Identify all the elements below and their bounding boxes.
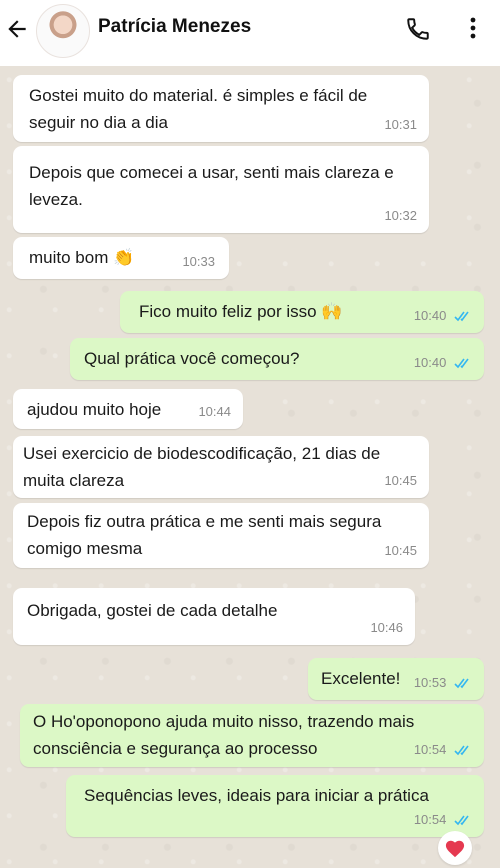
message-text: Qual prática você começou? [84,349,300,368]
message-bubble[interactable]: Usei exercicio de biodescodificação, 21 … [13,436,429,498]
double-check-icon [454,311,469,322]
message-bubble[interactable]: Qual prática você começou? 10:40 [70,338,484,380]
message-bubble[interactable]: O Ho'oponopono ajuda muito nisso, trazen… [20,704,484,767]
message-text: Depois fiz outra prática e me senti mais… [27,512,382,558]
message-list[interactable]: Gostei muito do material. é simples e fá… [0,66,500,868]
message-bubble[interactable]: Excelente! 10:53 [308,658,484,700]
message-time: 10:54 [414,806,472,833]
message-time: 10:45 [384,473,417,488]
message-text: muito bom 👏 [29,248,135,267]
double-check-icon [454,678,469,689]
message-time: 10:54 [414,736,472,763]
contact-name[interactable]: Patrícia Menezes [98,16,251,38]
message-text: ajudou muito hoje [27,400,162,419]
message-text: O Ho'oponopono ajuda muito nisso, trazen… [33,712,415,758]
double-check-icon [454,358,469,369]
double-check-icon [454,815,469,826]
message-text: Usei exercicio de biodescodificação, 21 … [23,444,381,490]
double-check-icon [454,745,469,756]
message-text: Fico muito feliz por isso 🙌 [139,302,343,321]
phone-icon[interactable] [405,16,431,42]
message-time-text: 10:40 [413,308,447,323]
more-vertical-icon[interactable] [463,14,483,42]
message-bubble[interactable]: Depois que comecei a usar, senti mais cl… [13,146,429,233]
message-bubble[interactable]: Gostei muito do material. é simples e fá… [13,75,429,142]
message-time-text: 10:54 [413,812,447,827]
heart-icon [445,840,465,858]
message-text: Obrigada, gostei de cada detalhe [27,601,278,620]
message-bubble[interactable]: Depois fiz outra prática e me senti mais… [13,503,429,568]
message-text: Sequências leves, ideais para iniciar a … [84,786,429,805]
message-time: 10:31 [384,117,417,132]
message-text: Gostei muito do material. é simples e fá… [29,86,368,132]
chat-header: Patrícia Menezes [0,0,500,66]
message-time-text: 10:40 [413,355,447,370]
message-bubble[interactable]: Obrigada, gostei de cada detalhe 10:46 [13,588,415,645]
message-text: Excelente! [321,669,401,688]
message-bubble[interactable]: Sequências leves, ideais para iniciar a … [66,775,484,837]
message-time: 10:53 [414,669,472,696]
message-time: 10:46 [370,620,403,635]
message-time: 10:33 [182,254,215,269]
message-bubble[interactable]: Fico muito feliz por isso 🙌 10:40 [120,291,484,333]
message-time: 10:40 [414,302,472,329]
message-time: 10:45 [384,543,417,558]
message-time: 10:44 [198,404,231,419]
message-time: 10:32 [384,208,417,223]
message-time-text: 10:53 [413,675,447,690]
heart-reaction[interactable] [438,831,472,865]
message-time: 10:40 [414,349,472,376]
avatar[interactable] [36,4,90,58]
message-time-text: 10:54 [413,742,447,757]
message-text: Depois que comecei a usar, senti mais cl… [29,163,394,209]
arrow-back-icon[interactable] [4,16,30,42]
message-bubble[interactable]: muito bom 👏 10:33 [13,237,229,279]
message-bubble[interactable]: ajudou muito hoje 10:44 [13,389,243,429]
